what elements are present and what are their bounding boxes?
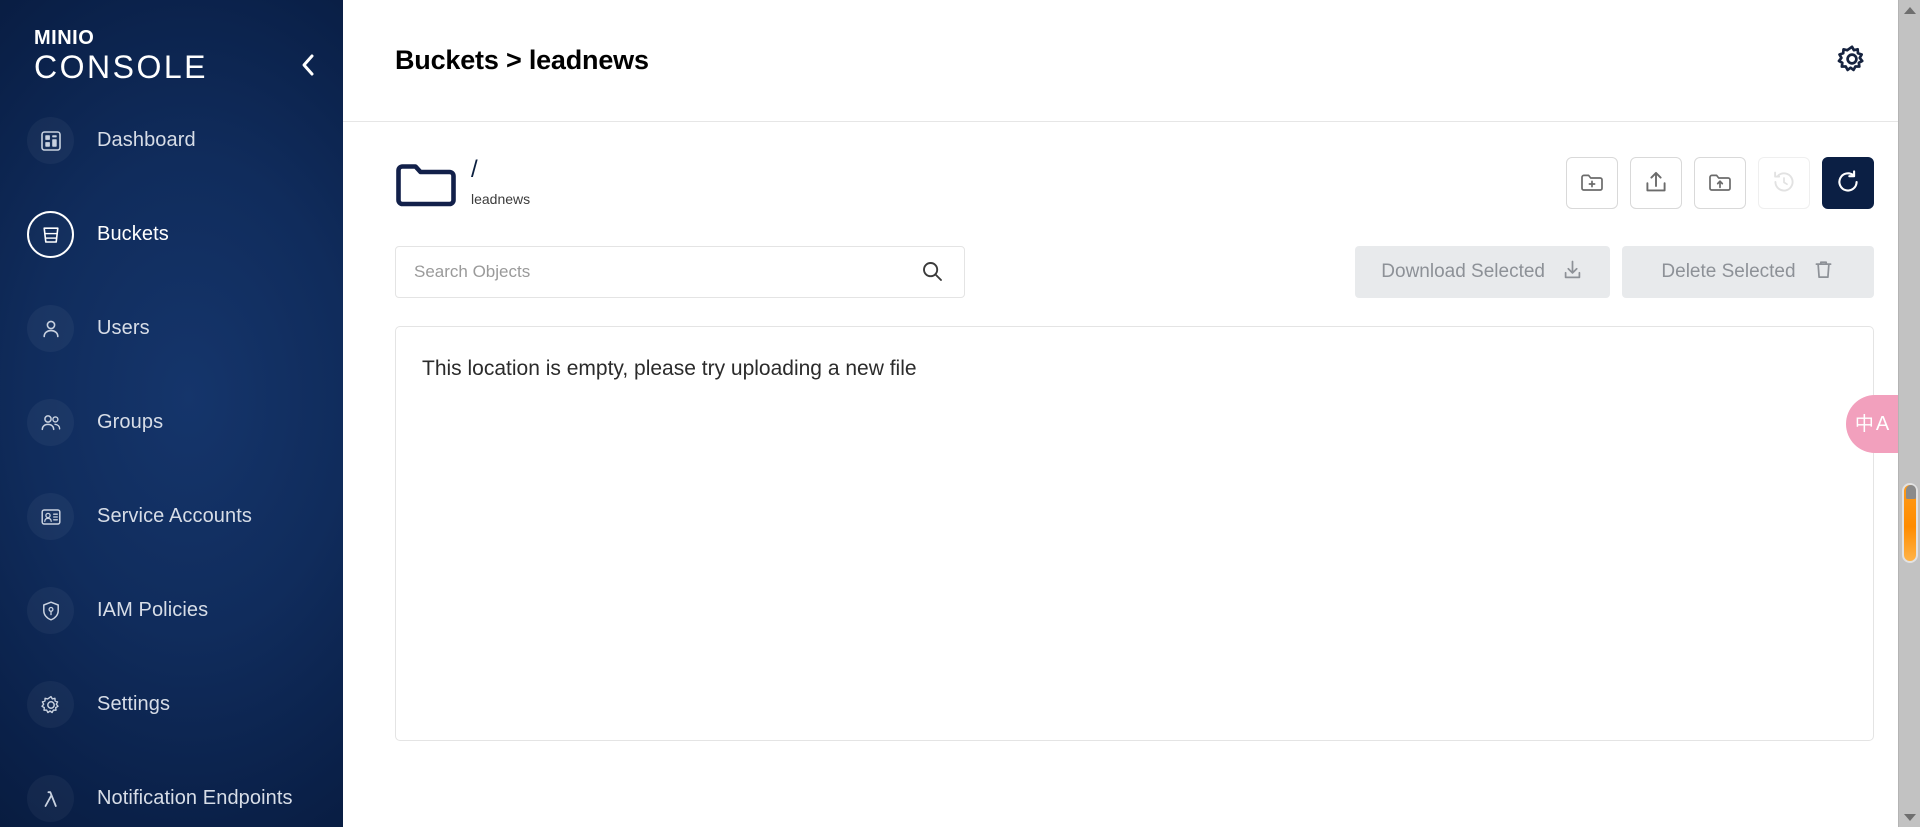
page-scrollbar[interactable] [1898,0,1920,827]
brand-console-text: CONSOLE [34,49,208,85]
chevron-left-icon [298,51,318,82]
scrollbar-thumb-cap-icon [1906,485,1916,499]
user-icon [27,305,74,352]
sidebar-item-label: Service Accounts [97,505,253,527]
download-selected-button[interactable]: Download Selected [1355,246,1610,298]
minio-console-app: MINIO CONSOLE Dashboard Buckets Users Gr… [0,0,1920,827]
sidebar-nav: Dashboard Buckets Users Groups Service A… [0,113,343,827]
sidebar-item-buckets[interactable]: Buckets [0,207,343,262]
sidebar-item-users[interactable]: Users [0,301,343,356]
dashboard-icon [27,117,74,164]
sidebar-item-label: Notification Endpoints [97,787,293,809]
filter-row: Download Selected Delete Selected [395,246,1874,298]
lambda-icon [27,775,74,822]
scroll-up-arrow-icon [1904,6,1916,14]
delete-selected-label: Delete Selected [1661,261,1796,282]
brand-logo: MINIO CONSOLE [34,28,244,85]
download-selected-label: Download Selected [1381,261,1545,282]
empty-state-message: This location is empty, please try uploa… [422,357,917,380]
settings-button[interactable] [1830,39,1874,83]
sidebar-item-label: Settings [97,693,171,715]
upload-folder-button[interactable] [1694,157,1746,209]
breadcrumb: Buckets > leadnews [395,45,649,75]
create-new-path-button[interactable] [1566,157,1618,209]
folder-icon [395,158,457,210]
objects-list-panel: This location is empty, please try uploa… [395,326,1874,741]
sidebar-item-service-accounts[interactable]: Service Accounts [0,489,343,544]
objects-browser: / leadnews Search Objects Download Selec… [343,155,1920,741]
sidebar-collapse-button[interactable] [290,48,326,84]
upload-file-button[interactable] [1630,157,1682,209]
refresh-icon [1835,169,1861,198]
sidebar-item-settings[interactable]: Settings [0,677,343,732]
path-display: / leadnews [471,155,530,207]
translate-widget-button[interactable]: 中 A [1846,395,1898,453]
sidebar-item-notification-endpoints[interactable]: Notification Endpoints [0,771,343,826]
sidebar-item-label: Dashboard [97,129,196,151]
groups-icon [27,399,74,446]
sidebar-item-label: Groups [97,411,164,433]
shield-icon [27,587,74,634]
sidebar-item-label: Buckets [97,223,169,245]
download-icon [1561,258,1584,287]
upload-icon [1643,169,1669,198]
gear-icon [1835,42,1869,79]
sidebar: MINIO CONSOLE Dashboard Buckets Users Gr… [0,0,343,827]
main-content: Buckets > leadnews / leadnews Search Obj… [343,0,1920,827]
folder-upload-icon [1707,169,1733,198]
path-toolbar-row: / leadnews [395,155,1874,221]
brand-minio-text: MINIO [34,27,95,49]
scroll-down-arrow-icon [1904,813,1916,821]
search-submit-button[interactable] [918,258,946,286]
sidebar-item-label: Users [97,317,150,339]
path-separator: / [471,156,478,183]
id-card-icon [27,493,74,540]
gear-icon [27,681,74,728]
page-scrollbar-thumb[interactable] [1902,483,1918,563]
path-bucket-name: leadnews [471,191,531,208]
translate-source-label: 中 [1854,412,1874,435]
sidebar-item-iam-policies[interactable]: IAM Policies [0,583,343,638]
bucket-icon [27,211,74,258]
search-icon [920,259,944,286]
search-input[interactable] [414,262,918,282]
search-objects-box[interactable] [395,246,965,298]
trash-icon [1812,258,1835,287]
page-scroll-down-button[interactable] [1899,807,1920,827]
folder-plus-icon [1579,169,1605,198]
selection-actions: Download Selected Delete Selected [1355,246,1874,298]
delete-selected-button[interactable]: Delete Selected [1622,246,1874,298]
refresh-button[interactable] [1822,157,1874,209]
objects-toolbar [1566,157,1874,209]
translate-target-label: A [1875,413,1890,435]
page-header: Buckets > leadnews [343,0,1920,122]
sidebar-item-label: IAM Policies [97,599,209,621]
history-icon [1771,169,1797,198]
sidebar-item-groups[interactable]: Groups [0,395,343,450]
page-scroll-up-button[interactable] [1899,0,1920,20]
rewind-button[interactable] [1758,157,1810,209]
sidebar-item-dashboard[interactable]: Dashboard [0,113,343,168]
